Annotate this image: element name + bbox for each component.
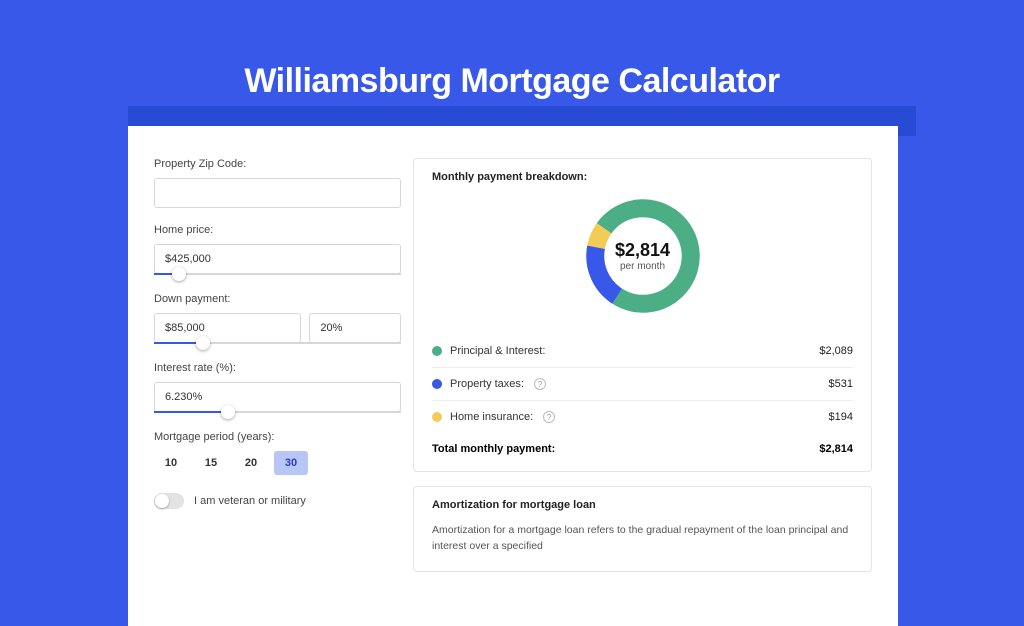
inputs-column: Property Zip Code: Home price: Down paym… xyxy=(128,126,413,626)
legend-dot-icon xyxy=(432,346,442,356)
results-column: Monthly payment breakdown: $2,814 per mo… xyxy=(413,126,898,626)
home-price-slider[interactable] xyxy=(154,273,401,277)
donut-chart-wrap: $2,814 per month xyxy=(432,193,853,319)
interest-label: Interest rate (%): xyxy=(154,362,401,374)
period-label: Mortgage period (years): xyxy=(154,431,401,443)
legend-left: Property taxes:? xyxy=(432,378,546,390)
home-price-label: Home price: xyxy=(154,224,401,236)
legend-left: Home insurance:? xyxy=(432,411,555,423)
info-icon[interactable]: ? xyxy=(543,411,555,423)
slider-thumb[interactable] xyxy=(172,267,186,281)
page-title: Williamsburg Mortgage Calculator xyxy=(0,62,1024,101)
legend-row: Principal & Interest: $2,089 xyxy=(432,335,853,368)
legend-value: $194 xyxy=(829,411,853,423)
period-options: 10152030 xyxy=(154,451,401,475)
donut-sublabel: per month xyxy=(620,261,665,272)
legend-value: $531 xyxy=(829,378,853,390)
veteran-row: I am veteran or military xyxy=(154,493,401,509)
toggle-knob xyxy=(155,494,169,508)
amortization-text: Amortization for a mortgage loan refers … xyxy=(432,523,853,555)
total-value: $2,814 xyxy=(819,443,853,455)
zip-group: Property Zip Code: xyxy=(154,158,401,208)
amortization-title: Amortization for mortgage loan xyxy=(432,499,853,511)
zip-label: Property Zip Code: xyxy=(154,158,401,170)
donut-value: $2,814 xyxy=(615,240,670,261)
home-price-input[interactable] xyxy=(154,244,401,274)
info-icon[interactable]: ? xyxy=(534,378,546,390)
interest-slider[interactable] xyxy=(154,411,401,415)
donut-center: $2,814 per month xyxy=(580,193,706,319)
veteran-toggle[interactable] xyxy=(154,493,184,509)
veteran-label: I am veteran or military xyxy=(194,495,306,507)
slider-fill xyxy=(154,411,228,413)
legend-row: Home insurance:? $194 xyxy=(432,401,853,433)
down-payment-group: Down payment: xyxy=(154,293,401,346)
down-payment-label: Down payment: xyxy=(154,293,401,305)
legend-label: Property taxes: xyxy=(450,378,524,390)
legend-dot-icon xyxy=(432,379,442,389)
legend-value: $2,089 xyxy=(819,345,853,357)
slider-thumb[interactable] xyxy=(196,336,210,350)
donut-chart: $2,814 per month xyxy=(580,193,706,319)
down-payment-percent-input[interactable] xyxy=(309,313,401,343)
total-label: Total monthly payment: xyxy=(432,443,555,455)
interest-input[interactable] xyxy=(154,382,401,412)
legend-dot-icon xyxy=(432,412,442,422)
period-option-30[interactable]: 30 xyxy=(274,451,308,475)
breakdown-panel: Monthly payment breakdown: $2,814 per mo… xyxy=(413,158,872,472)
down-payment-amount-input[interactable] xyxy=(154,313,301,343)
slider-track xyxy=(154,273,401,275)
interest-group: Interest rate (%): xyxy=(154,362,401,415)
legend-left: Principal & Interest: xyxy=(432,345,545,357)
legend: Principal & Interest: $2,089 Property taxe… xyxy=(432,335,853,433)
period-group: Mortgage period (years): 10152030 xyxy=(154,431,401,475)
total-row: Total monthly payment: $2,814 xyxy=(432,433,853,455)
period-option-20[interactable]: 20 xyxy=(234,451,268,475)
slider-thumb[interactable] xyxy=(221,405,235,419)
calculator-card: Property Zip Code: Home price: Down paym… xyxy=(128,126,898,626)
legend-row: Property taxes:? $531 xyxy=(432,368,853,401)
period-option-15[interactable]: 15 xyxy=(194,451,228,475)
legend-label: Home insurance: xyxy=(450,411,533,423)
zip-input[interactable] xyxy=(154,178,401,208)
legend-label: Principal & Interest: xyxy=(450,345,545,357)
down-payment-slider[interactable] xyxy=(154,342,401,346)
home-price-group: Home price: xyxy=(154,224,401,277)
amortization-panel: Amortization for mortgage loan Amortizat… xyxy=(413,486,872,572)
period-option-10[interactable]: 10 xyxy=(154,451,188,475)
